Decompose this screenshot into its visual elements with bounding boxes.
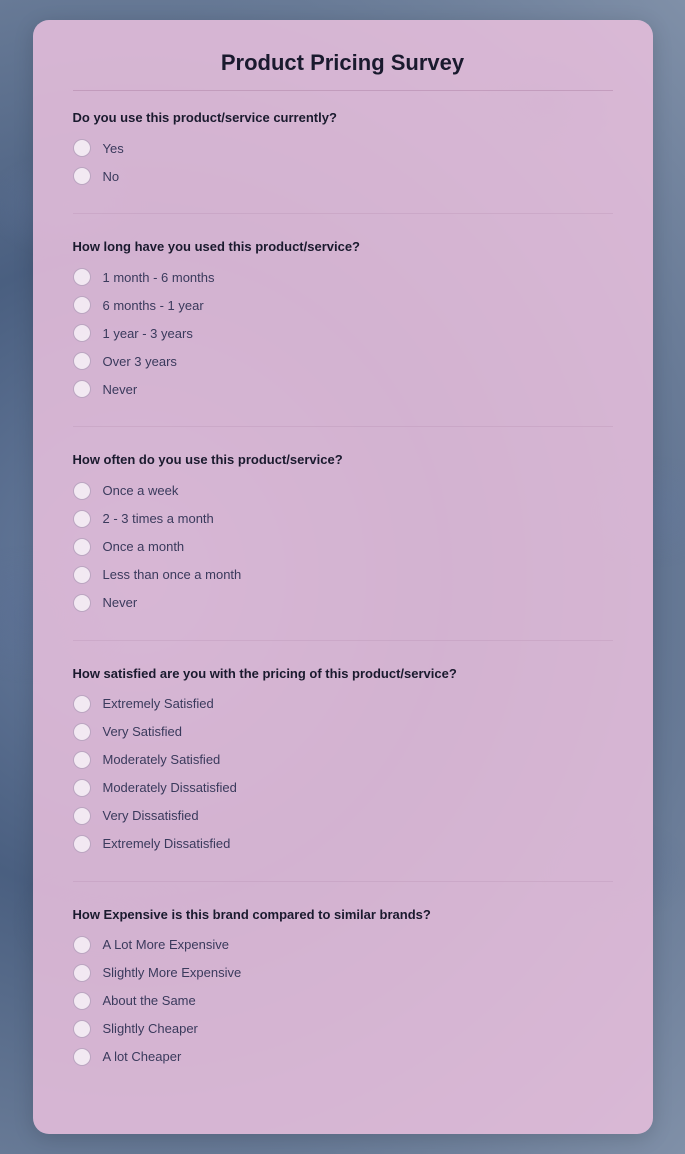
- radio-option-current-use-1[interactable]: No: [73, 167, 613, 185]
- radio-option-frequency-4[interactable]: Never: [73, 594, 613, 612]
- radio-circle-comparison-3: [73, 1020, 91, 1038]
- radio-option-duration-3[interactable]: Over 3 years: [73, 352, 613, 370]
- radio-option-current-use-0[interactable]: Yes: [73, 139, 613, 157]
- radio-option-satisfaction-5[interactable]: Extremely Dissatisfied: [73, 835, 613, 853]
- radio-option-frequency-3[interactable]: Less than once a month: [73, 566, 613, 584]
- radio-label-duration-3: Over 3 years: [103, 354, 177, 369]
- question-frequency: How often do you use this product/servic…: [73, 451, 613, 469]
- question-current-use: Do you use this product/service currentl…: [73, 109, 613, 127]
- radio-label-frequency-0: Once a week: [103, 483, 179, 498]
- radio-circle-comparison-0: [73, 936, 91, 954]
- radio-label-duration-1: 6 months - 1 year: [103, 298, 204, 313]
- radio-option-duration-2[interactable]: 1 year - 3 years: [73, 324, 613, 342]
- radio-option-satisfaction-2[interactable]: Moderately Satisfied: [73, 751, 613, 769]
- radio-circle-duration-4: [73, 380, 91, 398]
- radio-label-duration-4: Never: [103, 382, 138, 397]
- radio-option-satisfaction-4[interactable]: Very Dissatisfied: [73, 807, 613, 825]
- radio-option-satisfaction-0[interactable]: Extremely Satisfied: [73, 695, 613, 713]
- radio-circle-duration-1: [73, 296, 91, 314]
- survey-card: Product Pricing Survey Do you use this p…: [33, 20, 653, 1134]
- radio-circle-frequency-0: [73, 482, 91, 500]
- radio-option-comparison-3[interactable]: Slightly Cheaper: [73, 1020, 613, 1038]
- radio-label-satisfaction-5: Extremely Dissatisfied: [103, 836, 231, 851]
- section-frequency: How often do you use this product/servic…: [73, 451, 613, 611]
- radio-circle-satisfaction-3: [73, 779, 91, 797]
- radio-label-current-use-0: Yes: [103, 141, 124, 156]
- survey-title: Product Pricing Survey: [73, 50, 613, 91]
- radio-circle-duration-3: [73, 352, 91, 370]
- radio-circle-satisfaction-1: [73, 723, 91, 741]
- radio-option-frequency-2[interactable]: Once a month: [73, 538, 613, 556]
- radio-label-duration-2: 1 year - 3 years: [103, 326, 193, 341]
- radio-label-frequency-3: Less than once a month: [103, 567, 242, 582]
- radio-circle-duration-2: [73, 324, 91, 342]
- radio-option-frequency-0[interactable]: Once a week: [73, 482, 613, 500]
- question-satisfaction: How satisfied are you with the pricing o…: [73, 665, 613, 683]
- radio-circle-satisfaction-4: [73, 807, 91, 825]
- radio-label-satisfaction-1: Very Satisfied: [103, 724, 183, 739]
- radio-circle-satisfaction-5: [73, 835, 91, 853]
- radio-option-comparison-0[interactable]: A Lot More Expensive: [73, 936, 613, 954]
- section-satisfaction: How satisfied are you with the pricing o…: [73, 665, 613, 853]
- radio-option-duration-4[interactable]: Never: [73, 380, 613, 398]
- section-comparison: How Expensive is this brand compared to …: [73, 906, 613, 1066]
- radio-option-comparison-2[interactable]: About the Same: [73, 992, 613, 1010]
- divider-3: [73, 881, 613, 882]
- radio-label-comparison-0: A Lot More Expensive: [103, 937, 229, 952]
- divider-2: [73, 640, 613, 641]
- radio-circle-duration-0: [73, 268, 91, 286]
- radio-circle-frequency-2: [73, 538, 91, 556]
- radio-circle-frequency-3: [73, 566, 91, 584]
- question-comparison: How Expensive is this brand compared to …: [73, 906, 613, 924]
- radio-option-satisfaction-1[interactable]: Very Satisfied: [73, 723, 613, 741]
- radio-label-duration-0: 1 month - 6 months: [103, 270, 215, 285]
- divider-0: [73, 213, 613, 214]
- radio-option-duration-0[interactable]: 1 month - 6 months: [73, 268, 613, 286]
- radio-option-satisfaction-3[interactable]: Moderately Dissatisfied: [73, 779, 613, 797]
- divider-1: [73, 426, 613, 427]
- radio-circle-satisfaction-2: [73, 751, 91, 769]
- radio-label-satisfaction-3: Moderately Dissatisfied: [103, 780, 237, 795]
- radio-circle-current-use-0: [73, 139, 91, 157]
- question-duration: How long have you used this product/serv…: [73, 238, 613, 256]
- radio-circle-satisfaction-0: [73, 695, 91, 713]
- radio-circle-current-use-1: [73, 167, 91, 185]
- radio-circle-frequency-1: [73, 510, 91, 528]
- radio-label-comparison-2: About the Same: [103, 993, 196, 1008]
- section-current-use: Do you use this product/service currentl…: [73, 109, 613, 185]
- radio-label-satisfaction-2: Moderately Satisfied: [103, 752, 221, 767]
- radio-option-duration-1[interactable]: 6 months - 1 year: [73, 296, 613, 314]
- radio-label-frequency-4: Never: [103, 595, 138, 610]
- radio-label-satisfaction-4: Very Dissatisfied: [103, 808, 199, 823]
- radio-option-comparison-1[interactable]: Slightly More Expensive: [73, 964, 613, 982]
- radio-label-frequency-1: 2 - 3 times a month: [103, 511, 214, 526]
- section-duration: How long have you used this product/serv…: [73, 238, 613, 398]
- radio-label-comparison-1: Slightly More Expensive: [103, 965, 242, 980]
- radio-label-frequency-2: Once a month: [103, 539, 185, 554]
- radio-option-frequency-1[interactable]: 2 - 3 times a month: [73, 510, 613, 528]
- radio-label-comparison-4: A lot Cheaper: [103, 1049, 182, 1064]
- radio-circle-comparison-1: [73, 964, 91, 982]
- radio-circle-comparison-4: [73, 1048, 91, 1066]
- radio-circle-comparison-2: [73, 992, 91, 1010]
- radio-label-satisfaction-0: Extremely Satisfied: [103, 696, 214, 711]
- radio-option-comparison-4[interactable]: A lot Cheaper: [73, 1048, 613, 1066]
- radio-label-current-use-1: No: [103, 169, 120, 184]
- radio-circle-frequency-4: [73, 594, 91, 612]
